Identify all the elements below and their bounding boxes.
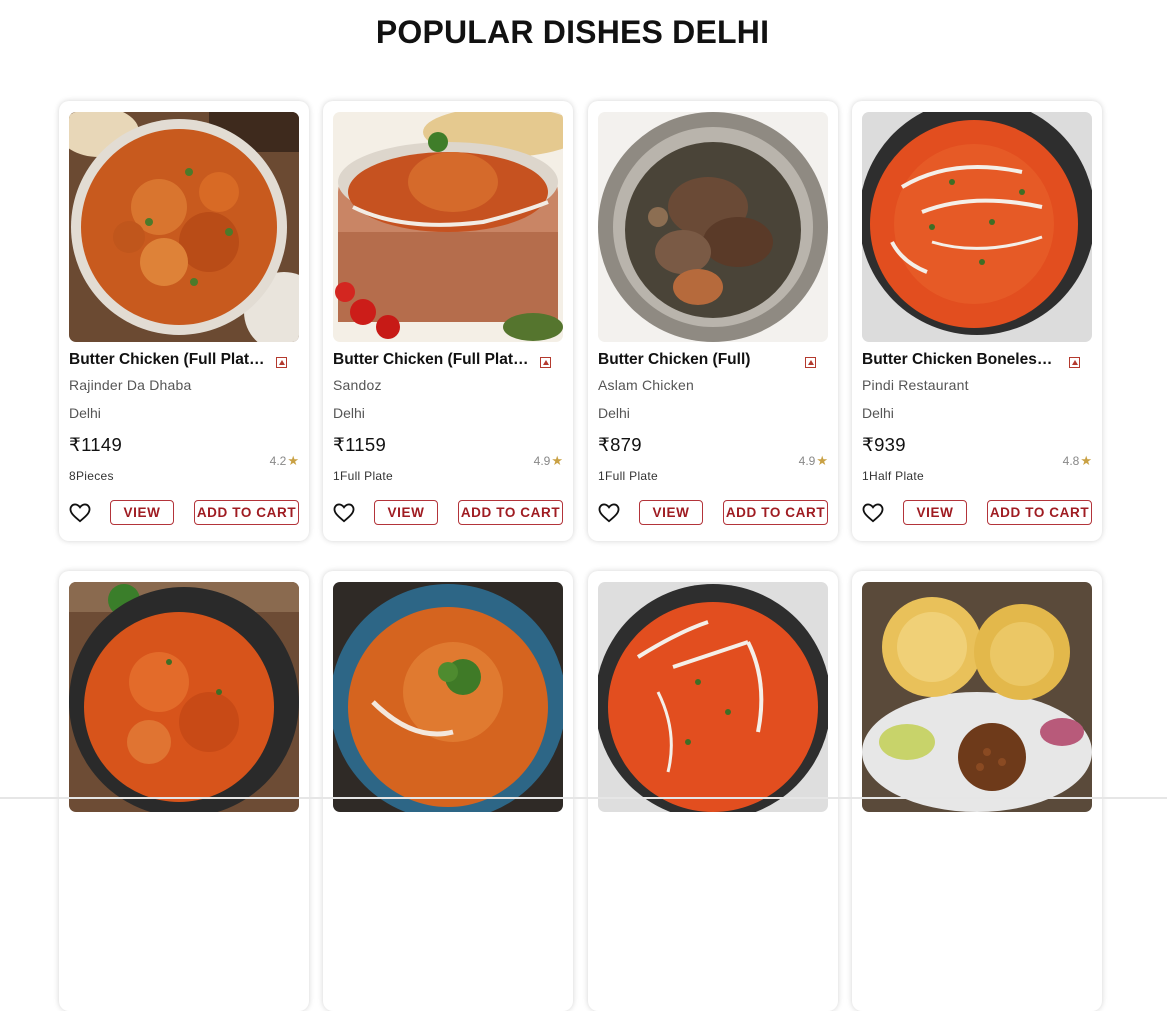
quantity: 1Half Plate xyxy=(862,469,924,483)
star-icon: ★ xyxy=(1080,453,1092,468)
restaurant-name: Sandoz xyxy=(333,377,382,393)
heart-icon[interactable] xyxy=(333,503,355,523)
dish-image[interactable] xyxy=(333,582,563,812)
city: Delhi xyxy=(598,405,630,421)
city: Delhi xyxy=(69,405,101,421)
dish-image[interactable] xyxy=(862,112,1092,342)
view-button[interactable]: VIEW xyxy=(374,500,438,525)
restaurant-name: Rajinder Da Dhaba xyxy=(69,377,192,393)
add-to-cart-button[interactable]: ADD TO CART xyxy=(987,500,1092,525)
dish-card[interactable]: Butter Chicken (Full Plate ... Rajinder … xyxy=(59,101,309,541)
rating: 4.8★ xyxy=(1063,453,1092,469)
quantity: 1Full Plate xyxy=(333,469,393,483)
price: ₹879 xyxy=(598,434,642,455)
dish-card[interactable] xyxy=(852,571,1102,1011)
star-icon: ★ xyxy=(287,453,299,468)
rating-value: 4.9 xyxy=(798,454,816,468)
view-button[interactable]: VIEW xyxy=(639,500,703,525)
restaurant-name: Aslam Chicken xyxy=(598,377,694,393)
dish-card[interactable] xyxy=(323,571,573,1011)
dish-image[interactable] xyxy=(598,112,828,342)
dish-card[interactable]: Butter Chicken Boneless (... Pindi Resta… xyxy=(852,101,1102,541)
price: ₹1159 xyxy=(333,434,387,455)
dish-image[interactable] xyxy=(598,582,828,812)
dish-card[interactable] xyxy=(588,571,838,1011)
dish-card[interactable]: Butter Chicken (Full Plate ... Sandoz De… xyxy=(323,101,573,541)
add-to-cart-button[interactable]: ADD TO CART xyxy=(194,500,299,525)
non-veg-icon xyxy=(276,357,287,368)
view-button[interactable]: VIEW xyxy=(903,500,967,525)
rating-value: 4.9 xyxy=(533,454,551,468)
heart-icon[interactable] xyxy=(69,503,91,523)
dish-name[interactable]: Butter Chicken (Full Plate ... xyxy=(333,351,531,369)
rating-value: 4.2 xyxy=(269,454,287,468)
rating: 4.9★ xyxy=(799,453,828,469)
non-veg-icon xyxy=(540,357,551,368)
page-title: POPULAR DISHES DELHI xyxy=(375,14,770,50)
rating-value: 4.8 xyxy=(1062,454,1080,468)
dish-name[interactable]: Butter Chicken (Full Plate ... xyxy=(69,351,267,369)
quantity: 1Full Plate xyxy=(598,469,658,483)
heart-icon[interactable] xyxy=(598,503,620,523)
non-veg-icon xyxy=(805,357,816,368)
non-veg-icon xyxy=(1069,357,1080,368)
rating: 4.2★ xyxy=(270,453,299,469)
restaurant-name: Pindi Restaurant xyxy=(862,377,969,393)
city: Delhi xyxy=(862,405,894,421)
view-button[interactable]: VIEW xyxy=(110,500,174,525)
dish-name[interactable]: Butter Chicken Boneless (... xyxy=(862,351,1060,369)
dish-card[interactable] xyxy=(59,571,309,1011)
star-icon: ★ xyxy=(551,453,563,468)
city: Delhi xyxy=(333,405,365,421)
dish-image[interactable] xyxy=(862,582,1092,812)
price: ₹1149 xyxy=(69,434,123,455)
dish-name[interactable]: Butter Chicken (Full) xyxy=(598,351,796,369)
rating: 4.9★ xyxy=(534,453,563,469)
heart-icon[interactable] xyxy=(862,503,884,523)
star-icon: ★ xyxy=(816,453,828,468)
dish-image[interactable] xyxy=(333,112,563,342)
add-to-cart-button[interactable]: ADD TO CART xyxy=(458,500,563,525)
dish-card[interactable]: Butter Chicken (Full) Aslam Chicken Delh… xyxy=(588,101,838,541)
dish-image[interactable] xyxy=(69,582,299,812)
quantity: 8Pieces xyxy=(69,469,114,483)
dish-image[interactable] xyxy=(69,112,299,342)
add-to-cart-button[interactable]: ADD TO CART xyxy=(723,500,828,525)
price: ₹939 xyxy=(862,434,906,455)
